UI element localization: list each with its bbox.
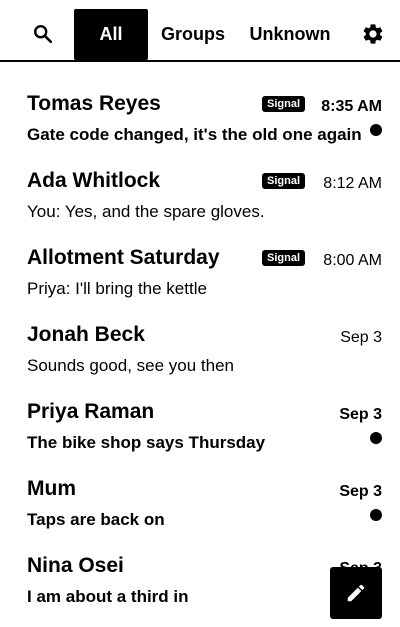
contact-name: Nina Osei [27,554,124,577]
message-preview: I am about a third in [27,587,189,606]
timestamp: 8:00 AM [323,252,382,269]
timestamp: Sep 3 [339,406,382,423]
gear-icon [363,24,383,44]
signal-badge: Signal [262,96,306,112]
conversation-row[interactable]: Ada Whitlock Signal 8:12 AM You: Yes, an… [0,141,400,221]
compose-button[interactable] [330,567,382,619]
tab-all[interactable]: All [74,9,148,60]
top-bar: All Groups Unknown [0,0,400,62]
search-icon [34,25,53,44]
search-button[interactable] [17,8,69,60]
timestamp: 8:35 AM [321,98,382,115]
conversation-row[interactable]: Mum Sep 3 Taps are back on [0,449,400,529]
unread-dot [370,432,382,444]
contact-name: Mum [27,477,76,500]
unread-dot [370,124,382,136]
tab-unknown[interactable]: Unknown [244,9,336,60]
conversation-row[interactable]: Allotment Saturday Signal 8:00 AM Priya:… [0,218,400,298]
contact-name: Tomas Reyes [27,92,161,115]
signal-badge: Signal [262,173,306,189]
group-name: Allotment Saturday [27,246,220,269]
conversation-list: Tomas Reyes Signal 8:35 AM Gate code cha… [0,64,400,606]
conversation-row[interactable]: Jonah Beck Sep 3 Sounds good, see you th… [0,295,400,375]
contact-name: Priya Raman [27,400,155,423]
tab-groups[interactable]: Groups [157,9,229,60]
unread-dot [370,509,382,521]
timestamp: 8:12 AM [323,175,382,192]
conversation-row[interactable]: Tomas Reyes Signal 8:35 AM Gate code cha… [0,64,400,144]
contact-name: Ada Whitlock [27,169,161,192]
settings-button[interactable] [347,8,399,60]
signal-badge: Signal [262,250,306,266]
timestamp: Sep 3 [339,483,382,500]
conversation-row[interactable]: Priya Raman Sep 3 The bike shop says Thu… [0,372,400,452]
timestamp: Sep 3 [340,329,382,346]
contact-name: Jonah Beck [27,323,145,346]
pencil-icon [347,584,365,602]
